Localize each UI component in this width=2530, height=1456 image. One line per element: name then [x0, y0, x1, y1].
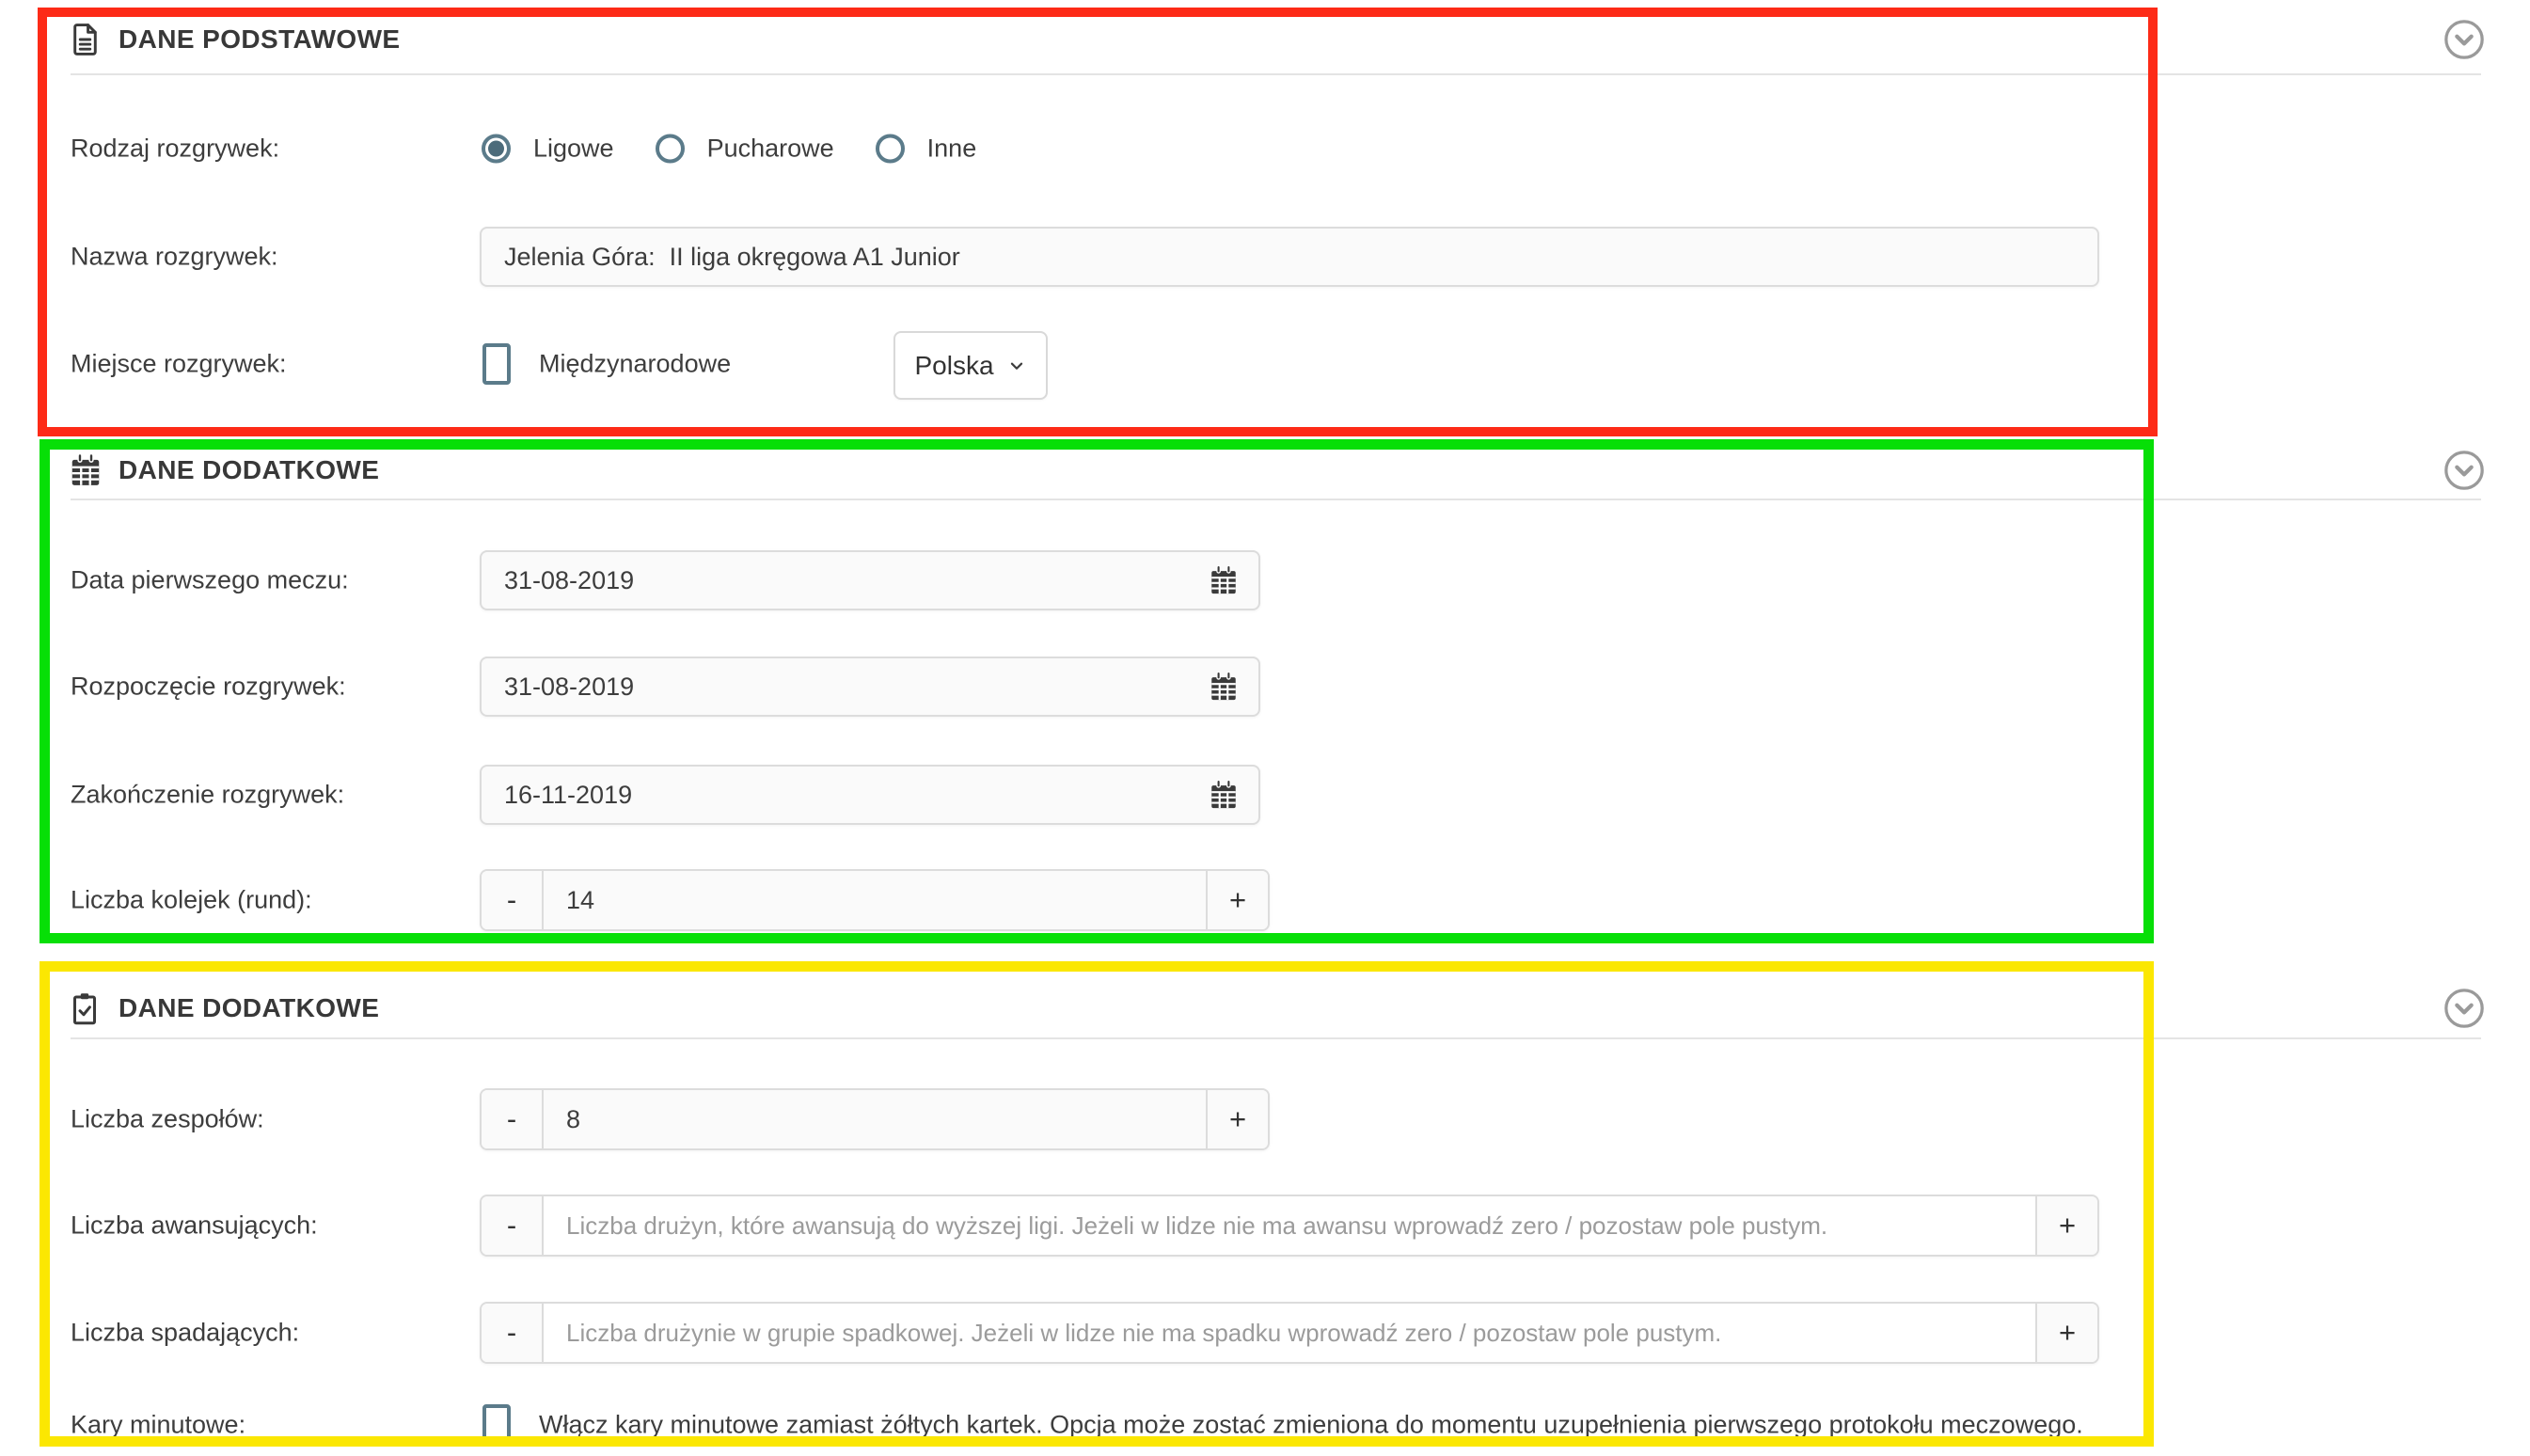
header-divider: [71, 499, 2481, 500]
date-value: 31-08-2019: [504, 673, 634, 702]
radio-label: Pucharowe: [707, 135, 834, 164]
first-match-date-input[interactable]: 31-08-2019: [480, 550, 1260, 610]
calendar-icon: [68, 452, 103, 488]
label-liczba-kolejek: Liczba kolejek (rund):: [71, 886, 312, 915]
header-divider: [71, 73, 2481, 75]
section-collapse-button[interactable]: [2443, 18, 2486, 61]
section-title-dane-dodatkowe-2: DANE DODATKOWE: [119, 993, 379, 1023]
competition-name-input[interactable]: [480, 227, 2099, 287]
calendar-icon[interactable]: [1208, 671, 1240, 703]
label-liczba-spadajacych: Liczba spadających:: [71, 1319, 299, 1348]
date-value: 16-11-2019: [504, 781, 632, 810]
radio-label: Inne: [927, 135, 977, 164]
label-liczba-awansujacych: Liczba awansujących:: [71, 1211, 318, 1241]
teams-count-stepper: - 8 +: [480, 1088, 1270, 1150]
minute-penalties-checkbox-label: Włącz kary minutowe zamiast żółtych kart…: [539, 1411, 2083, 1440]
chevron-down-icon: [1006, 356, 1027, 376]
teams-count-value[interactable]: 8: [544, 1090, 1206, 1148]
increment-button[interactable]: +: [1206, 871, 1268, 929]
country-select-value: Polska: [914, 351, 993, 381]
increment-button[interactable]: +: [1206, 1090, 1268, 1148]
radio-inne[interactable]: [876, 135, 905, 164]
clipboard-check-icon: [68, 990, 102, 1026]
minute-penalties-checkbox[interactable]: [482, 1404, 511, 1446]
increment-button[interactable]: +: [2035, 1196, 2097, 1255]
label-data-pierwszego-meczu: Data pierwszego meczu:: [71, 566, 349, 595]
section-title-dane-dodatkowe-1: DANE DODATKOWE: [119, 455, 379, 485]
radio-ligowe[interactable]: [482, 135, 511, 164]
section-collapse-button[interactable]: [2443, 987, 2486, 1030]
international-checkbox-label: Międzynarodowe: [539, 350, 731, 379]
label-rozpoczecie-rozgrywek: Rozpoczęcie rozgrywek:: [71, 673, 346, 702]
label-zakonczenie-rozgrywek: Zakończenie rozgrywek:: [71, 781, 344, 810]
decrement-button[interactable]: -: [482, 1090, 544, 1148]
document-icon: [68, 23, 103, 57]
decrement-button[interactable]: -: [482, 871, 544, 929]
label-kary-minutowe: Kary minutowe:: [71, 1411, 245, 1440]
promoted-count-stepper: - Liczba drużyn, które awansują do wyższ…: [480, 1195, 2099, 1257]
date-value: 31-08-2019: [504, 566, 634, 595]
country-select[interactable]: Polska: [893, 331, 1048, 400]
end-date-input[interactable]: 16-11-2019: [480, 765, 1260, 825]
section-title-dane-podstawowe: DANE PODSTAWOWE: [119, 24, 400, 55]
label-nazwa-rozgrywek: Nazwa rozgrywek:: [71, 243, 278, 272]
competition-type-radio-group: Ligowe Pucharowe Inne: [482, 135, 976, 164]
competition-settings-form: DANE PODSTAWOWE Rodzaj rozgrywek: Ligowe…: [0, 0, 2530, 1456]
radio-pucharowe[interactable]: [656, 135, 685, 164]
label-liczba-zespolow: Liczba zespołów:: [71, 1105, 264, 1134]
radio-option-pucharowe[interactable]: Pucharowe: [656, 135, 834, 164]
decrement-button[interactable]: -: [482, 1304, 544, 1362]
label-miejsce-rozgrywek: Miejsce rozgrywek:: [71, 350, 287, 379]
radio-option-inne[interactable]: Inne: [876, 135, 977, 164]
annotation-box-red: [38, 8, 2158, 436]
header-divider: [71, 1037, 2481, 1039]
relegated-count-stepper: - Liczba drużynie w grupie spadkowej. Je…: [480, 1302, 2099, 1364]
international-checkbox[interactable]: [482, 343, 511, 385]
calendar-icon[interactable]: [1208, 779, 1240, 811]
rounds-count-stepper: - 14 +: [480, 869, 1270, 931]
promoted-count-input[interactable]: Liczba drużyn, które awansują do wyższej…: [544, 1196, 2035, 1255]
radio-option-ligowe[interactable]: Ligowe: [482, 135, 614, 164]
radio-label: Ligowe: [533, 135, 614, 164]
calendar-icon[interactable]: [1208, 564, 1240, 596]
start-date-input[interactable]: 31-08-2019: [480, 657, 1260, 717]
decrement-button[interactable]: -: [482, 1196, 544, 1255]
label-rodzaj-rozgrywek: Rodzaj rozgrywek:: [71, 135, 279, 164]
section-collapse-button[interactable]: [2443, 449, 2486, 492]
rounds-count-value[interactable]: 14: [544, 871, 1206, 929]
relegated-count-input[interactable]: Liczba drużynie w grupie spadkowej. Jeże…: [544, 1304, 2035, 1362]
increment-button[interactable]: +: [2035, 1304, 2097, 1362]
